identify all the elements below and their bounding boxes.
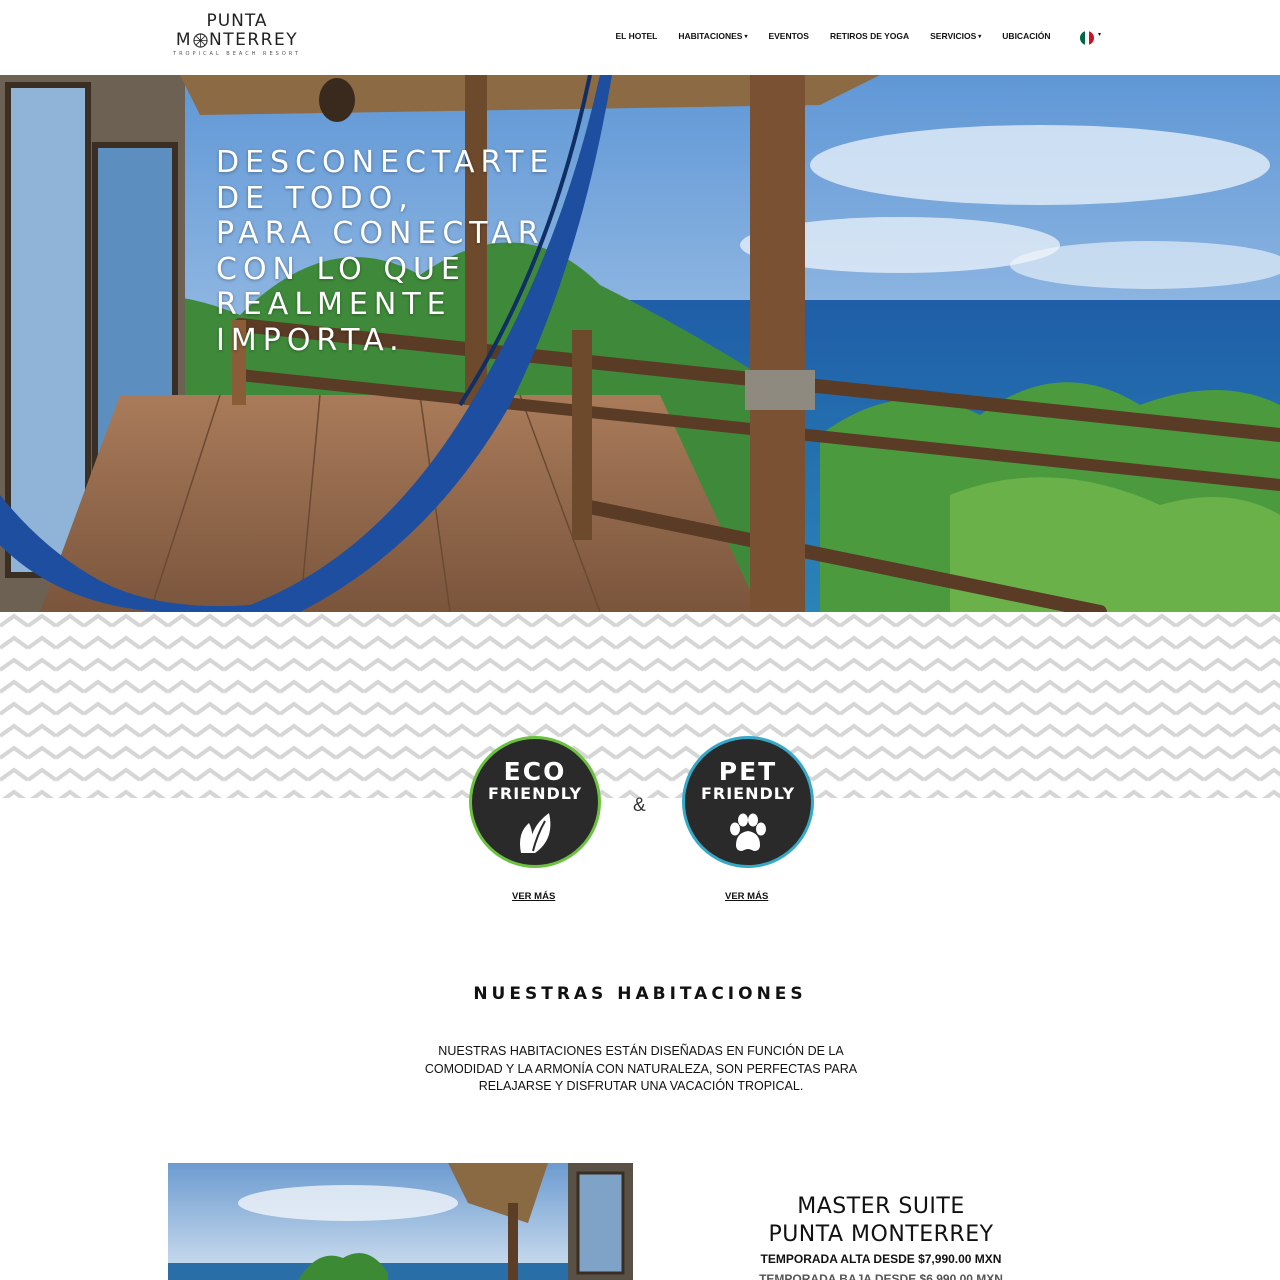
mexico-flag-icon[interactable] <box>1080 31 1094 45</box>
room-photo[interactable] <box>168 1163 633 1280</box>
logo-line-1: PUNTA <box>206 11 268 31</box>
room-price-low-season: TEMPORADA BAJA DESDE $6,990.00 MXN <box>759 1272 1003 1280</box>
nav-label: EVENTOS <box>768 31 809 41</box>
hero-title-line: DESCONECTARTE <box>216 145 555 180</box>
room-image <box>168 1163 633 1280</box>
pet-ver-mas-link[interactable]: VER MÁS <box>725 891 768 902</box>
room-title[interactable]: MASTER SUITE PUNTA MONTERREY <box>730 1193 1032 1249</box>
eco-ver-mas-link[interactable]: VER MÁS <box>512 891 555 902</box>
nav-item-el-hotel[interactable]: EL HOTEL <box>616 31 658 41</box>
rooms-section-title: NUESTRAS HABITACIONES <box>473 984 807 1004</box>
language-caret-icon[interactable]: ▾ <box>1098 31 1101 38</box>
nav-label: SERVICIOS <box>930 31 977 41</box>
nav-item-ubicacion[interactable]: UBICACIÓN <box>1002 31 1050 41</box>
nav-label: UBICACIÓN <box>1002 31 1051 41</box>
nav-item-retiros-de-yoga[interactable]: RETIROS DE YOGA <box>830 31 909 41</box>
hero-title-line: CON LO QUE <box>216 251 466 287</box>
logo-tagline: TROPICAL BEACH RESORT <box>173 51 301 57</box>
hero-title-line: IMPORTA. <box>216 322 405 358</box>
logo-line-2-start: M <box>175 30 193 50</box>
hero-title-line: REALMENTE <box>216 287 452 322</box>
room-name-line-1: MASTER SUITE <box>797 1194 965 1219</box>
room-name-line-2: PUNTA MONTERREY <box>768 1222 994 1247</box>
room-price-high-season: TEMPORADA ALTA DESDE $7,990.00 MXN <box>760 1252 1002 1266</box>
badge-pet-subtitle: FRIENDLY <box>700 784 796 803</box>
nav-item-servicios[interactable]: SERVICIOS ▾ <box>930 31 981 41</box>
nav-label: HABITACIONES <box>678 31 743 41</box>
badge-eco-subtitle: FRIENDLY <box>487 784 583 803</box>
zigzag-pattern <box>0 612 1280 798</box>
site-logo[interactable]: PUNTA M NTERREY TROPICAL BEACH RESORT <box>172 12 302 62</box>
site-header: PUNTA M NTERREY TROPICAL BEACH RESORT EL… <box>0 0 1280 75</box>
rooms-section-description: NUESTRAS HABITACIONES ESTÁN DISEÑADAS EN… <box>424 1044 858 1093</box>
hero-banner: DESCONECTARTE DE TODO, PARA CONECTAR CON… <box>0 75 1280 612</box>
main-nav: EL HOTEL HABITACIONES ▾ EVENTOS RETIROS D… <box>605 31 1061 41</box>
hero-title-line: DE TODO, <box>216 180 414 216</box>
badge-eco-title: ECO <box>503 757 567 786</box>
hero-image <box>0 75 1280 612</box>
caret-down-icon: ▾ <box>978 33 982 40</box>
hero-title-line: PARA CONECTAR <box>216 216 545 251</box>
badge-pet-title: PET <box>718 757 778 786</box>
logo-mark-icon <box>193 32 208 48</box>
nav-label: EL HOTEL <box>615 31 658 41</box>
leaf-icon <box>520 813 551 853</box>
eco-friendly-badge[interactable]: ECO FRIENDLY <box>469 736 601 868</box>
logo-line-2: M NTERREY <box>172 30 302 50</box>
ampersand: & <box>633 795 646 816</box>
nav-item-eventos[interactable]: EVENTOS <box>768 31 808 41</box>
pet-friendly-badge[interactable]: PET FRIENDLY <box>682 736 814 868</box>
paw-icon <box>730 813 766 851</box>
nav-item-habitaciones[interactable]: HABITACIONES ▾ <box>678 31 747 41</box>
nav-label: RETIROS DE YOGA <box>829 31 910 41</box>
hero-title: DESCONECTARTE DE TODO, PARA CONECTAR CON… <box>216 145 596 358</box>
logo-line-2-end: NTERREY <box>209 30 299 50</box>
caret-down-icon: ▾ <box>744 33 748 40</box>
